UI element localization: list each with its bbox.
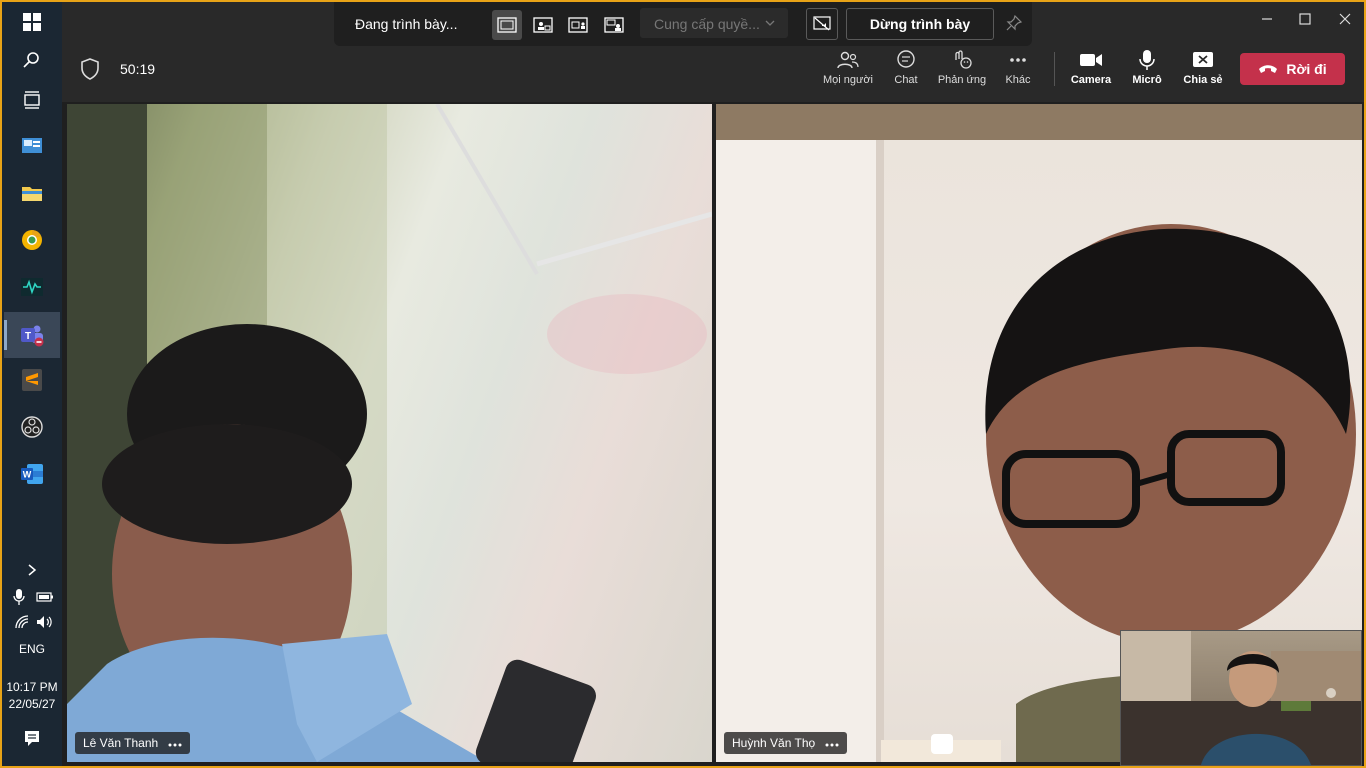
people-icon bbox=[837, 51, 859, 69]
svg-text:W: W bbox=[23, 470, 32, 480]
svg-text:T: T bbox=[25, 331, 31, 342]
participant-name-tag: Huỳnh Văn Thọ bbox=[724, 732, 848, 754]
chrome-canary-icon[interactable] bbox=[10, 220, 54, 260]
sublime-text-icon[interactable] bbox=[10, 360, 54, 400]
windows-start-icon[interactable] bbox=[10, 2, 54, 42]
video-feed-image bbox=[67, 104, 712, 762]
reactions-button[interactable]: Phản ứng bbox=[930, 50, 994, 94]
hang-up-icon bbox=[1259, 65, 1278, 73]
chat-icon bbox=[897, 50, 915, 68]
presenting-control-bar: Đang trình bày... Cung cấp quyề... Dừng … bbox=[334, 2, 1032, 46]
show-hidden-icons-chevron-icon[interactable] bbox=[10, 552, 54, 588]
chevron-down-icon bbox=[764, 16, 776, 34]
participant-name: Huỳnh Văn Thọ bbox=[732, 736, 816, 750]
chat-button[interactable]: Chat bbox=[874, 50, 938, 94]
more-options-icon[interactable] bbox=[168, 736, 182, 750]
minimize-icon[interactable] bbox=[1256, 8, 1278, 30]
leave-button[interactable]: Rời đi bbox=[1240, 53, 1345, 85]
taskbar: T W ENG 10:17 PM 22/05/27 bbox=[2, 2, 62, 766]
participant-name: Lê Văn Thanh bbox=[83, 736, 159, 750]
input-language[interactable]: ENG bbox=[2, 642, 62, 656]
leave-label: Rời đi bbox=[1286, 61, 1327, 77]
share-button[interactable]: Chia sẻ bbox=[1171, 50, 1235, 94]
give-control-label: Cung cấp quyề... bbox=[654, 16, 760, 32]
layout-content-only-icon[interactable] bbox=[492, 10, 522, 40]
camera-button[interactable]: Camera bbox=[1059, 50, 1123, 94]
control-panel-icon[interactable] bbox=[10, 126, 54, 166]
task-view-icon[interactable] bbox=[10, 80, 54, 120]
stop-presenting-button[interactable]: Dừng trình bày bbox=[846, 8, 994, 40]
more-icon bbox=[1010, 58, 1026, 62]
include-audio-icon[interactable] bbox=[806, 8, 838, 40]
reactions-icon bbox=[955, 50, 972, 69]
mic-button[interactable]: Micrô bbox=[1115, 50, 1179, 94]
maximize-icon[interactable] bbox=[1294, 8, 1316, 30]
notifications-icon[interactable] bbox=[10, 720, 54, 756]
close-icon[interactable] bbox=[1334, 8, 1356, 30]
wifi-icon[interactable] bbox=[14, 614, 30, 630]
battery-icon[interactable] bbox=[36, 590, 54, 604]
word-icon[interactable]: W bbox=[10, 454, 54, 494]
search-icon[interactable] bbox=[10, 40, 54, 80]
camera-icon bbox=[1080, 54, 1102, 66]
stop-share-icon bbox=[1193, 52, 1213, 67]
clock-date[interactable]: 22/05/27 bbox=[2, 697, 62, 711]
clock-time[interactable]: 10:17 PM bbox=[2, 680, 62, 694]
give-control-dropdown[interactable]: Cung cấp quyề... bbox=[640, 8, 788, 38]
self-view-video[interactable] bbox=[1120, 630, 1362, 766]
participant-video-1[interactable]: Lê Văn Thanh bbox=[67, 104, 712, 762]
toolbar-divider bbox=[1054, 52, 1055, 86]
participant-name-tag: Lê Văn Thanh bbox=[75, 732, 191, 754]
volume-icon[interactable] bbox=[36, 614, 54, 630]
shield-icon[interactable] bbox=[80, 58, 100, 85]
microphone-tray-icon[interactable] bbox=[12, 588, 26, 606]
obs-icon[interactable] bbox=[10, 407, 54, 447]
self-view-feed-image bbox=[1121, 631, 1361, 765]
layout-side-by-side-icon[interactable] bbox=[563, 10, 593, 40]
presenting-status: Đang trình bày... bbox=[355, 16, 458, 32]
layout-standout-icon[interactable] bbox=[528, 10, 558, 40]
more-button[interactable]: Khác bbox=[986, 50, 1050, 94]
pin-icon[interactable] bbox=[1006, 14, 1023, 36]
layout-reporter-icon[interactable] bbox=[599, 10, 629, 40]
microphone-icon bbox=[1139, 50, 1155, 70]
file-explorer-icon[interactable] bbox=[10, 173, 54, 213]
more-options-icon[interactable] bbox=[825, 736, 839, 750]
audio-app-icon[interactable] bbox=[10, 267, 54, 307]
people-button[interactable]: Mọi người bbox=[816, 50, 880, 94]
teams-icon[interactable]: T bbox=[4, 312, 60, 358]
meeting-timer: 50:19 bbox=[120, 61, 156, 77]
